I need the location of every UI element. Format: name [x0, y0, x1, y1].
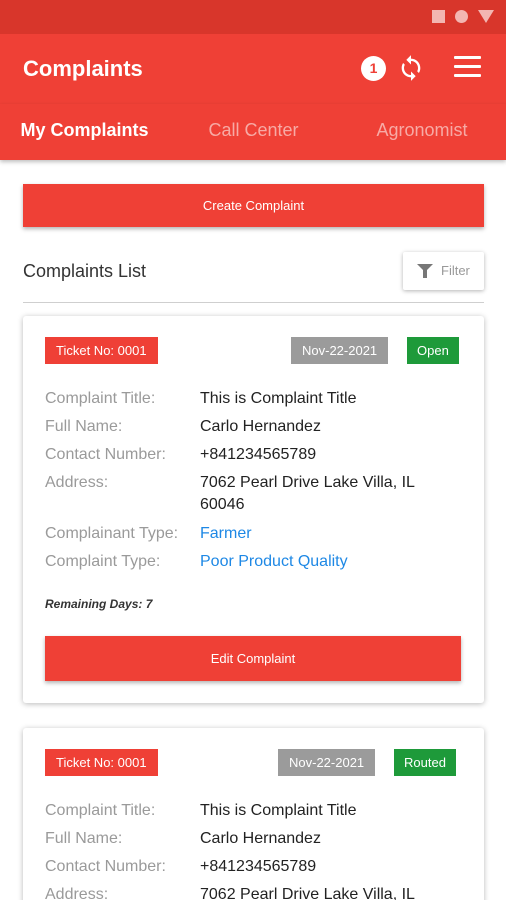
- field-label: Complaint Title:: [45, 390, 156, 407]
- create-complaint-button[interactable]: Create Complaint: [23, 184, 484, 227]
- date-badge: Nov-22-2021: [291, 337, 389, 364]
- full-name-value: Carlo Hernandez: [200, 418, 321, 435]
- field-label: Full Name:: [45, 830, 123, 847]
- field-label: Complaint Type:: [45, 553, 161, 570]
- tab-agronomist[interactable]: Agronomist: [338, 104, 506, 160]
- address-value: 7062 Pearl Drive Lake Villa, IL 60046: [200, 474, 415, 513]
- field-label: Contact Number:: [45, 858, 166, 875]
- status-badge: Open: [407, 337, 459, 364]
- home-icon: [455, 10, 468, 23]
- list-divider: [23, 302, 484, 303]
- tab-my-complaints[interactable]: My Complaints: [0, 104, 169, 160]
- address-value: 7062 Pearl Drive Lake Villa, IL: [200, 886, 415, 900]
- full-name-value: Carlo Hernandez: [200, 830, 321, 847]
- field-label: Complainant Type:: [45, 525, 179, 542]
- complaint-title-value: This is Complaint Title: [200, 390, 357, 407]
- list-title: Complaints List: [23, 261, 147, 281]
- complaint-title-value: This is Complaint Title: [200, 802, 357, 819]
- tab-bar: My Complaints Call Center Agronomist: [0, 104, 506, 261]
- tab-call-center[interactable]: Call Center: [169, 104, 338, 160]
- app-bar: Complaints 1: [0, 34, 506, 104]
- contact-value: +841234565789: [200, 858, 317, 875]
- menu-icon[interactable]: [454, 56, 482, 78]
- field-label: Contact Number:: [45, 446, 166, 463]
- edit-complaint-button[interactable]: Edit Complaint: [45, 636, 461, 681]
- contact-value: +841234565789: [200, 446, 317, 463]
- field-label: Complaint Title:: [45, 802, 156, 819]
- recent-apps-icon: [432, 10, 445, 23]
- field-label: Full Name:: [45, 418, 123, 435]
- date-badge: Nov-22-2021: [278, 749, 376, 776]
- complaint-card[interactable]: Ticket No: 0001 Nov-22-2021 Open Complai…: [23, 316, 484, 703]
- filter-label: Filter: [441, 263, 470, 278]
- remaining-days: Remaining Days: 7: [45, 597, 153, 611]
- system-status-bar: [0, 0, 506, 34]
- field-label: Address:: [45, 474, 109, 491]
- sync-icon[interactable]: [397, 54, 425, 82]
- ticket-badge: Ticket No: 0001: [45, 749, 158, 776]
- ticket-badge: Ticket No: 0001: [45, 337, 158, 364]
- notification-badge[interactable]: 1: [361, 56, 386, 81]
- page-title: Complaints: [23, 56, 143, 81]
- complaint-type-value: Poor Product Quality: [200, 553, 348, 570]
- complaint-card[interactable]: Ticket No: 0001 Nov-22-2021 Routed Compl…: [23, 728, 484, 900]
- back-icon: [478, 10, 494, 23]
- filter-button[interactable]: Filter: [403, 252, 484, 290]
- status-badge: Routed: [394, 749, 456, 776]
- field-label: Address:: [45, 886, 109, 900]
- complainant-type-value: Farmer: [200, 525, 252, 542]
